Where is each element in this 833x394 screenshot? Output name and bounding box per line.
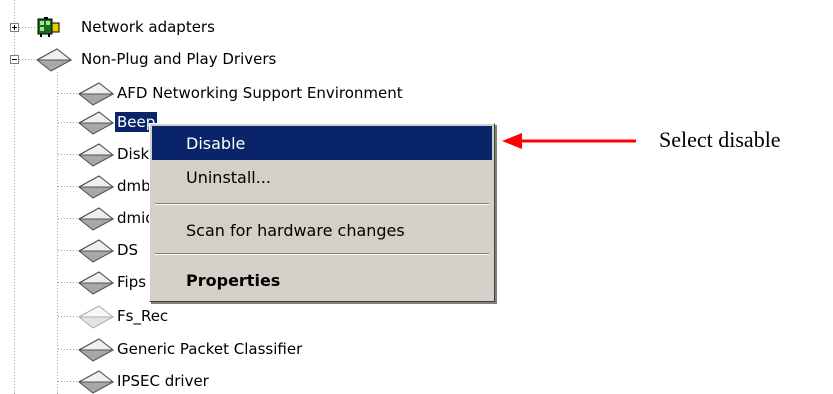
- driver-diamond-disabled-icon: [78, 305, 114, 329]
- driver-diamond-icon: [78, 143, 114, 167]
- tree-item-driver[interactable]: IPSEC driver: [115, 368, 211, 394]
- context-menu: Disable Uninstall... Scan for hardware c…: [149, 123, 495, 302]
- tree-item-label: Network adapters: [81, 18, 215, 36]
- driver-diamond-icon: [78, 239, 114, 263]
- menu-separator: [155, 203, 489, 205]
- collapse-toggle-non-pnp-drivers[interactable]: [10, 55, 19, 64]
- tree-item-label: Generic Packet Classifier: [117, 340, 303, 358]
- red-arrow-icon: [502, 133, 636, 149]
- tree-item-label: IPSEC driver: [117, 372, 209, 390]
- tree-item-label: AFD Networking Support Environment: [117, 84, 403, 102]
- driver-diamond-icon: [78, 111, 114, 135]
- expand-toggle-network-adapters[interactable]: [10, 23, 19, 32]
- tree-item-label: Disk: [117, 145, 150, 163]
- menu-item-uninstall[interactable]: Uninstall...: [152, 160, 492, 194]
- tree-item-label: Fs_Rec: [117, 307, 169, 325]
- driver-diamond-icon: [78, 175, 114, 199]
- tree-item-label: Fips: [117, 273, 147, 291]
- tree-item-driver[interactable]: Disk: [115, 141, 151, 167]
- tree-item-driver[interactable]: Generic Packet Classifier: [115, 336, 304, 362]
- menu-item-label: Properties: [186, 270, 281, 290]
- annotation-text: Select disable: [659, 127, 781, 152]
- driver-diamond-icon: [78, 338, 114, 362]
- tree-item-label: DS: [117, 241, 139, 259]
- menu-separator: [155, 253, 489, 255]
- tree-item-driver[interactable]: Fs_Rec: [115, 303, 170, 329]
- driver-diamond-icon: [78, 370, 114, 394]
- tree-item-non-pnp-drivers[interactable]: Non-Plug and Play Drivers: [79, 46, 278, 72]
- driver-diamond-icon: [36, 48, 72, 72]
- menu-item-label: Scan for hardware changes: [186, 220, 405, 240]
- menu-item-scan-hardware[interactable]: Scan for hardware changes: [152, 213, 492, 247]
- menu-item-properties[interactable]: Properties: [152, 263, 492, 297]
- network-adapter-icon: [37, 17, 60, 37]
- tree-item-label: Non-Plug and Play Drivers: [81, 50, 277, 68]
- menu-item-disable[interactable]: Disable: [152, 126, 492, 160]
- tree-item-driver[interactable]: AFD Networking Support Environment: [115, 80, 405, 106]
- menu-item-label: Disable: [186, 133, 246, 153]
- tree-item-driver[interactable]: DS: [115, 237, 140, 263]
- tree-item-driver[interactable]: Fips: [115, 269, 148, 295]
- driver-diamond-icon: [78, 82, 114, 106]
- driver-diamond-icon: [78, 271, 114, 295]
- tree-item-network-adapters[interactable]: Network adapters: [79, 14, 217, 40]
- menu-item-label: Uninstall...: [186, 167, 271, 187]
- driver-diamond-icon: [78, 207, 114, 231]
